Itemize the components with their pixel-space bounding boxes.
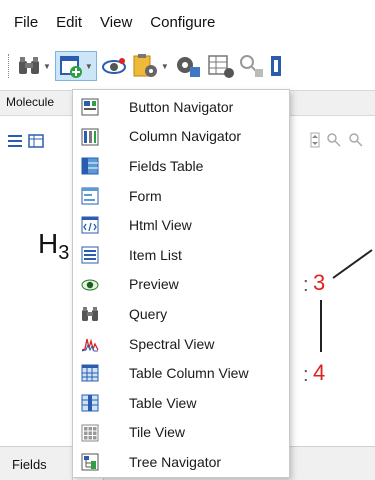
menu-item-label: Column Navigator	[129, 128, 242, 145]
menu-item-spectral-view[interactable]: Spectral View	[73, 329, 289, 359]
fields-table-icon	[81, 157, 99, 175]
atom-label-4: 4	[313, 360, 326, 385]
main-toolbar: ▼ ▼ ▼	[0, 44, 375, 88]
settings-button[interactable]	[173, 51, 203, 81]
tab-molecule[interactable]: Molecule	[6, 95, 54, 109]
menu-configure[interactable]: Configure	[150, 14, 215, 31]
search-structure-button[interactable]	[239, 51, 265, 81]
menu-item-label: Spectral View	[129, 335, 215, 352]
tile-view-icon	[81, 424, 99, 442]
menu-item-label: Query	[129, 305, 168, 322]
chevron-down-icon[interactable]: ▼	[161, 62, 169, 71]
overflow-button[interactable]	[269, 51, 281, 81]
menu-bar: File Edit View Configure	[0, 0, 375, 44]
tree-navigator-icon	[81, 453, 99, 471]
search-structure-icon	[239, 55, 263, 77]
chevron-down-icon[interactable]: ▼	[85, 62, 93, 71]
menu-item-label: Tile View	[129, 424, 186, 441]
zoom-out-icon[interactable]	[348, 132, 364, 148]
preview-eye-icon	[81, 279, 99, 291]
menu-item-label: Button Navigator	[129, 98, 234, 115]
menu-item-preview[interactable]: Preview	[73, 270, 289, 300]
menu-item-table-column-view[interactable]: Table Column View	[73, 358, 289, 388]
menu-file[interactable]: File	[14, 14, 38, 31]
menu-item-table-view[interactable]: Table View	[73, 388, 289, 418]
rotate-molecule-button[interactable]	[101, 51, 127, 81]
lone-pair-marker: :	[303, 274, 309, 296]
column-navigator-icon	[81, 128, 99, 146]
form-icon	[81, 187, 99, 205]
item-list-icon	[81, 246, 99, 264]
tab-fields[interactable]: Fields	[12, 457, 47, 472]
clipboard-settings-button[interactable]: ▼	[131, 51, 169, 81]
menu-view[interactable]: View	[100, 14, 132, 31]
chevron-down-icon[interactable]: ▼	[43, 62, 51, 71]
spinner-icon[interactable]	[310, 132, 320, 148]
add-widget-dropdown: Button Navigator Column Navigator Fields…	[72, 89, 290, 478]
panel-icon	[270, 56, 281, 76]
clipboard-gear-icon	[133, 54, 157, 77]
menu-item-label: Fields Table	[129, 157, 204, 174]
binoculars-icon	[19, 57, 39, 74]
add-widget-icon	[59, 56, 82, 78]
grid-icon[interactable]	[28, 134, 44, 148]
menu-item-label: Form	[129, 187, 162, 204]
html-view-icon	[81, 216, 99, 234]
spectral-view-icon	[81, 338, 99, 352]
menu-item-column-navigator[interactable]: Column Navigator	[73, 122, 289, 152]
menu-item-tile-view[interactable]: Tile View	[73, 418, 289, 448]
query-button[interactable]: ▼	[17, 51, 51, 81]
menu-item-label: Table Column View	[129, 365, 249, 382]
menu-edit[interactable]: Edit	[56, 14, 82, 31]
menu-item-html-view[interactable]: Html View	[73, 210, 289, 240]
menu-item-label: Html View	[129, 217, 192, 234]
lone-pair-marker: :	[303, 364, 309, 386]
add-widget-button[interactable]: ▼	[54, 51, 97, 81]
menu-item-label: Table View	[129, 394, 197, 411]
table-settings-button[interactable]	[207, 51, 235, 81]
toolbar-grip[interactable]	[8, 54, 11, 78]
menu-item-fields-table[interactable]: Fields Table	[73, 151, 289, 181]
zoom-in-icon[interactable]	[326, 132, 342, 148]
menu-item-label: Item List	[129, 246, 182, 263]
binoculars-icon	[82, 307, 98, 322]
menu-item-label: Tree Navigator	[129, 453, 222, 470]
zoom-controls	[310, 132, 364, 148]
rotate-molecule-icon	[101, 58, 126, 74]
menu-item-label: Preview	[129, 276, 179, 293]
atom-label-3: 3	[313, 270, 326, 295]
button-navigator-icon	[81, 98, 99, 116]
menu-item-item-list[interactable]: Item List	[73, 240, 289, 270]
menu-item-form[interactable]: Form	[73, 181, 289, 211]
menu-item-button-navigator[interactable]: Button Navigator	[73, 92, 289, 122]
table-gear-icon	[208, 55, 234, 78]
hamburger-menu-icon[interactable]	[8, 135, 22, 147]
gear-icon	[176, 57, 200, 77]
menu-item-query[interactable]: Query	[73, 299, 289, 329]
table-view-icon	[81, 394, 99, 412]
table-column-view-icon	[81, 364, 99, 382]
menu-item-tree-navigator[interactable]: Tree Navigator	[73, 447, 289, 477]
